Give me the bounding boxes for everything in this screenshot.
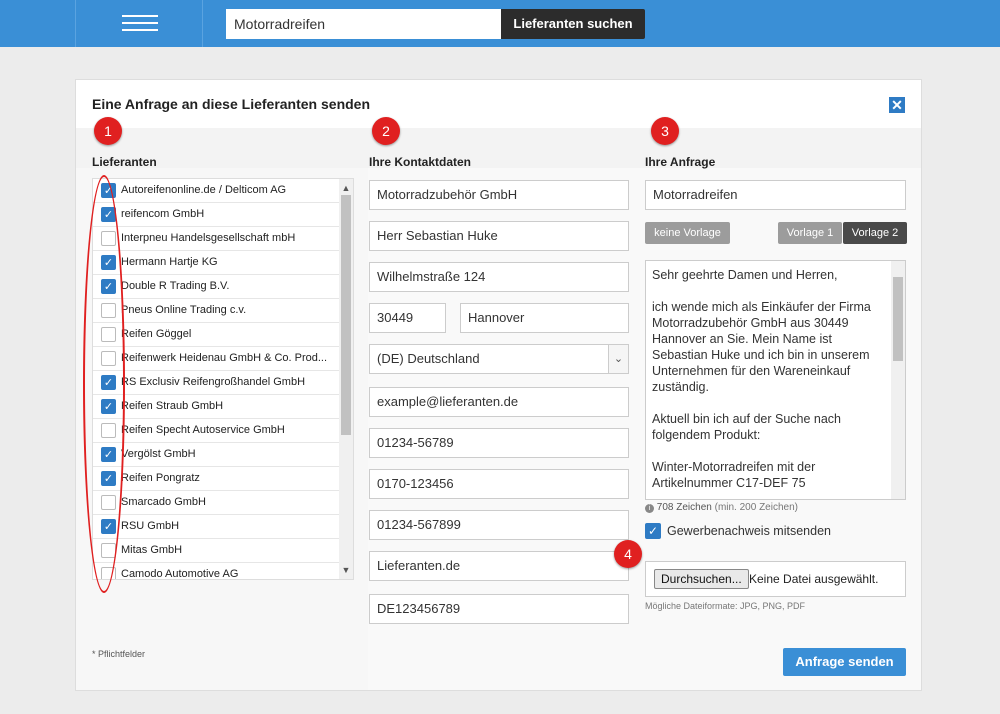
char-count-min: (min. 200 Zeichen) [714, 502, 798, 513]
supplier-item[interactable]: Mitas GmbH [93, 539, 339, 563]
chevron-down-icon[interactable]: ⌄ [608, 345, 628, 373]
city-field[interactable]: Hannover [460, 303, 629, 333]
suppliers-heading: Lieferanten [92, 155, 157, 169]
supplier-item[interactable]: ✓ Reifen Pongratz [93, 467, 339, 491]
file-upload: Durchsuchen... Keine Datei ausgewählt. [645, 561, 906, 597]
supplier-label: Reifen Straub GmbH [121, 400, 224, 412]
search-input[interactable]: Motorradreifen [226, 9, 502, 39]
supplier-item[interactable]: ✓ RSU GmbH [93, 515, 339, 539]
supplier-label: reifencom GmbH [121, 208, 205, 220]
country-select[interactable]: (DE) Deutschland ⌄ [369, 344, 629, 374]
template-1-button[interactable]: Vorlage 1 [778, 222, 842, 244]
supplier-label: Double R Trading B.V. [121, 280, 230, 292]
step-2-marker: 2 [372, 117, 400, 145]
step-1-marker: 1 [94, 117, 122, 145]
request-dialog: Eine Anfrage an diese Lieferanten senden… [75, 79, 922, 691]
supplier-label: Hermann Hartje KG [121, 256, 218, 268]
zip-field[interactable]: 30449 [369, 303, 446, 333]
menu-button[interactable] [75, 0, 203, 47]
supplier-label: Interpneu Handelsgesellschaft mbH [121, 232, 296, 244]
email-field[interactable]: example@lieferanten.de [369, 387, 629, 417]
step-band [76, 128, 921, 168]
supplier-label: Reifenwerk Heidenau GmbH & Co. Prod... [121, 352, 328, 364]
supplier-item[interactable]: Reifen Specht Autoservice GmbH [93, 419, 339, 443]
step-3-marker: 3 [651, 117, 679, 145]
hamburger-icon-line [122, 22, 158, 24]
supplier-label: Pneus Online Trading c.v. [121, 304, 247, 316]
supplier-label: Mitas GmbH [121, 544, 183, 556]
step-4-marker: 4 [614, 540, 642, 568]
supplier-item[interactable]: Pneus Online Trading c.v. [93, 299, 339, 323]
template-none-button[interactable]: keine Vorlage [645, 222, 730, 244]
subject-field[interactable]: Motorradreifen [645, 180, 906, 210]
company-field[interactable]: Motorradzubehör GmbH [369, 180, 629, 210]
phone-field[interactable]: 01234-56789 [369, 428, 629, 458]
browse-button[interactable]: Durchsuchen... [654, 569, 749, 589]
top-bar: Motorradreifen Lieferanten suchen [0, 0, 1000, 47]
trade-proof-checkbox[interactable]: ✓ [645, 523, 661, 539]
dialog-title: Eine Anfrage an diese Lieferanten senden [92, 96, 371, 112]
supplier-list[interactable]: Camodo Automotive AG Mitas GmbH ✓ RSU GmbH S… [92, 178, 354, 580]
supplier-label: Reifen Göggel [121, 328, 192, 340]
supplier-label: RSU GmbH [121, 520, 180, 532]
message-textarea[interactable]: Sehr geehrte Damen und Herren, ich wende… [645, 260, 906, 500]
supplier-item[interactable]: Reifenwerk Heidenau GmbH & Co. Prod... [93, 347, 339, 371]
supplier-item[interactable]: ✓ Autoreifenonline.de / Delticom AG [93, 179, 339, 203]
supplier-label: Smarcado GmbH [121, 496, 206, 508]
submit-button[interactable]: Anfrage senden [783, 648, 906, 676]
close-icon[interactable]: ✕ [889, 97, 905, 113]
name-field[interactable]: Herr Sebastian Huke [369, 221, 629, 251]
supplier-item[interactable]: ✓ Reifen Straub GmbH [93, 395, 339, 419]
request-heading: Ihre Anfrage [645, 155, 716, 169]
supplier-label: RS Exclusiv Reifengroßhandel GmbH [121, 376, 306, 388]
supplier-item[interactable]: ✓ reifencom GmbH [93, 203, 339, 227]
char-count: i 708 Zeichen (min. 200 Zeichen) [645, 502, 798, 513]
supplier-item[interactable]: ✓ Double R Trading B.V. [93, 275, 339, 299]
supplier-label: Autoreifenonline.de / Delticom AG [121, 184, 287, 196]
supplier-label: Vergölst GmbH [121, 448, 196, 460]
search-button[interactable]: Lieferanten suchen [501, 9, 645, 39]
street-field[interactable]: Wilhelmstraße 124 [369, 262, 629, 292]
supplier-item[interactable]: Camodo Automotive AG [93, 563, 339, 580]
supplier-item[interactable]: Reifen Göggel [93, 323, 339, 347]
info-icon: i [645, 504, 654, 513]
hamburger-icon [122, 15, 158, 17]
trade-proof-label: Gewerbenachweis mitsenden [667, 524, 831, 538]
supplier-label: Reifen Specht Autoservice GmbH [121, 424, 285, 436]
file-status: Keine Datei ausgewählt. [749, 572, 879, 586]
message-scroll-thumb[interactable] [893, 277, 903, 361]
supplier-item[interactable]: Smarcado GmbH [93, 491, 339, 515]
required-note: * Pflichtfelder [92, 649, 146, 659]
supplier-item[interactable]: ✓ Vergölst GmbH [93, 443, 339, 467]
mobile-field[interactable]: 0170-123456 [369, 469, 629, 499]
message-text[interactable]: Sehr geehrte Damen und Herren, ich wende… [652, 267, 888, 493]
country-select-value: (DE) Deutschland [377, 351, 480, 366]
char-count-value: 708 Zeichen [656, 502, 712, 513]
vat-id-field[interactable]: DE123456789 [369, 594, 629, 624]
contact-heading: Ihre Kontaktdaten [369, 155, 472, 169]
supplier-label: Camodo Automotive AG [121, 568, 239, 580]
hamburger-icon-line [122, 29, 158, 31]
website-field[interactable]: Lieferanten.de [369, 551, 629, 581]
supplier-label: Reifen Pongratz [121, 472, 200, 484]
supplier-item[interactable]: ✓ RS Exclusiv Reifengroßhandel GmbH [93, 371, 339, 395]
supplier-item[interactable]: ✓ Hermann Hartje KG [93, 251, 339, 275]
supplier-list-scroll-thumb[interactable] [341, 195, 351, 435]
template-2-button[interactable]: Vorlage 2 [843, 222, 907, 244]
scroll-up-icon[interactable]: ▲ [339, 181, 353, 195]
supplier-item[interactable]: Interpneu Handelsgesellschaft mbH [93, 227, 339, 251]
annotation-oval [83, 175, 125, 593]
scroll-down-icon[interactable]: ▼ [339, 563, 353, 577]
file-formats: Mögliche Dateiformate: JPG, PNG, PDF [645, 601, 806, 611]
fax-field[interactable]: 01234-567899 [369, 510, 629, 540]
